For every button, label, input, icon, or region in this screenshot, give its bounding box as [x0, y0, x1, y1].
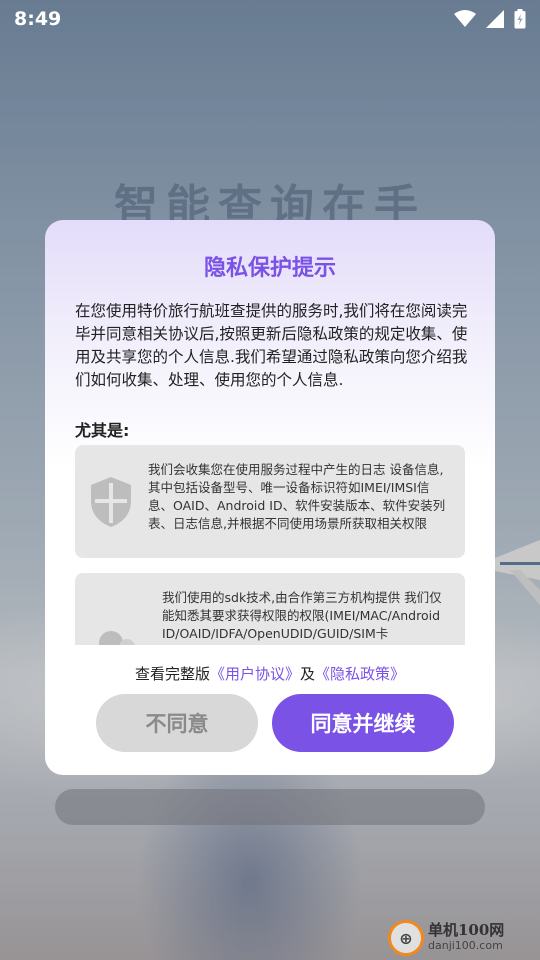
- watermark-logo-icon: ⊕: [388, 920, 424, 956]
- status-time: 8:49: [14, 8, 62, 30]
- privacy-policy-link[interactable]: 《隐私政策》: [315, 665, 405, 683]
- disagree-button[interactable]: 不同意: [96, 694, 258, 752]
- user-agreement-link[interactable]: 《用户协议》: [210, 665, 300, 683]
- watermark-url: danji100.com: [428, 939, 503, 952]
- dialog-title: 隐私保护提示: [203, 256, 336, 281]
- permission-card-text: 我们使用的sdk技术,由合作第三方机构提供 我们仅能知悉其要求获得权限的权限(I…: [162, 590, 442, 645]
- agree-continue-button[interactable]: 同意并继续: [272, 694, 454, 752]
- permission-list[interactable]: 我们会收集您在使用服务过程中产生的日志 设备信息,其中包括设备型号、唯一设备标识…: [75, 445, 465, 645]
- agreement-conjunction: 及: [300, 665, 316, 683]
- wifi-icon: [454, 10, 476, 27]
- signal-icon: [486, 10, 504, 28]
- privacy-dialog: 隐私保护提示 在您使用特价旅行航班查提供的服务时,我们将在您阅读完毕并同意相关协…: [45, 220, 495, 775]
- agreement-links: 查看完整版《用户协议》及《隐私政策》: [45, 663, 495, 684]
- permission-card-text: 我们会收集您在使用服务过程中产生的日志 设备信息,其中包括设备型号、唯一设备标识…: [148, 462, 446, 531]
- agreement-prefix: 查看完整版: [134, 665, 210, 683]
- permission-card: 我们使用的sdk技术,由合作第三方机构提供 我们仅能知悉其要求获得权限的权限(I…: [75, 573, 465, 645]
- status-bar: 8:49: [0, 0, 540, 38]
- battery-icon: [514, 9, 526, 29]
- watermark-name: 单机100网: [428, 921, 505, 939]
- permission-card: 我们会收集您在使用服务过程中产生的日志 设备信息,其中包括设备型号、唯一设备标识…: [75, 445, 465, 558]
- emphasis-label: 尤其是:: [75, 421, 130, 440]
- watermark: ⊕ 单机100网 danji100.com: [388, 918, 538, 958]
- shield-icon: [91, 477, 131, 527]
- person-icon: [99, 631, 135, 645]
- intro-text: 在您使用特价旅行航班查提供的服务时,我们将在您阅读完毕并同意相关协议后,按照更新…: [75, 302, 468, 389]
